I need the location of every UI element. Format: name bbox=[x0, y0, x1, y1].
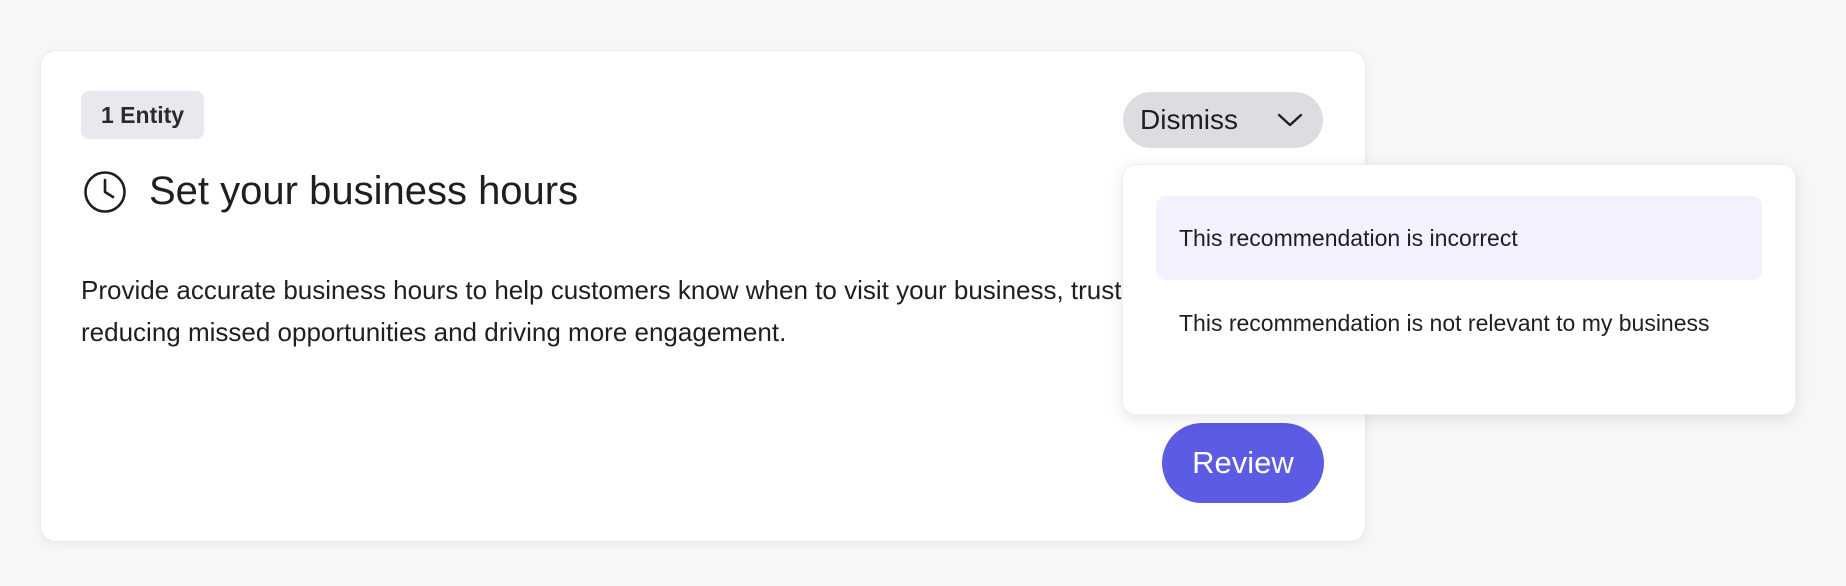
review-button[interactable]: Review bbox=[1162, 423, 1324, 503]
card-title: Set your business hours bbox=[149, 169, 579, 213]
dismiss-menu: This recommendation is incorrect This re… bbox=[1122, 164, 1796, 415]
card-title-row: Set your business hours bbox=[83, 169, 578, 214]
entity-count-badge: 1 Entity bbox=[81, 91, 205, 139]
menu-item-not-relevant[interactable]: This recommendation is not relevant to m… bbox=[1156, 281, 1762, 365]
chevron-down-icon bbox=[1277, 113, 1303, 127]
menu-item-incorrect[interactable]: This recommendation is incorrect bbox=[1156, 196, 1762, 280]
clock-icon bbox=[84, 170, 126, 213]
dismiss-dropdown-button[interactable]: Dismiss bbox=[1123, 92, 1323, 148]
dismiss-label: Dismiss bbox=[1140, 104, 1238, 135]
card-description: Provide accurate business hours to help … bbox=[81, 275, 1129, 347]
